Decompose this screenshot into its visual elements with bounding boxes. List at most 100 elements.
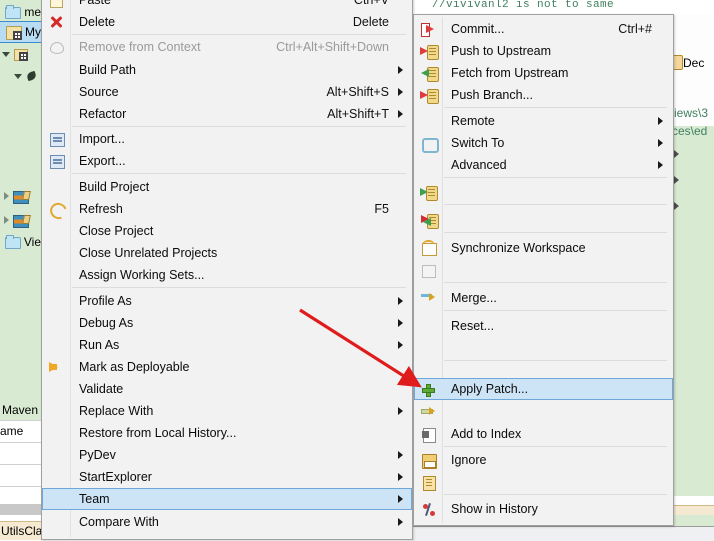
library-icon	[12, 212, 29, 228]
tree-item-leaf[interactable]	[0, 66, 41, 86]
tree-item-label: me	[24, 5, 41, 19]
git-repository-icon	[420, 452, 437, 469]
twisty-open-icon[interactable]	[12, 73, 24, 79]
menu-item-disconnect[interactable]: Show in History	[415, 498, 672, 520]
bottom-status-bar	[413, 526, 714, 541]
menu-item-remote[interactable]: Remote	[415, 110, 672, 132]
menu-item-import[interactable]: Import...	[43, 128, 411, 150]
menu-item-accel: Ctrl+V	[353, 0, 389, 7]
tree-item-vie-folder[interactable]: Vie	[0, 232, 41, 252]
pull-icon	[420, 184, 438, 201]
menu-item-reset[interactable]: Merge...	[415, 287, 672, 309]
menu-item-pull[interactable]	[415, 181, 672, 203]
menu-item-label: Push Branch...	[451, 88, 533, 102]
tree-item-me[interactable]: me	[0, 2, 41, 22]
menu-item-label: Add to Index	[451, 427, 522, 441]
menu-item-apply-patch[interactable]	[415, 337, 672, 359]
menu-item-refactor[interactable]: Refactor Alt+Shift+T	[43, 103, 411, 125]
push-branch-icon	[420, 87, 439, 104]
tree-item-package[interactable]	[0, 44, 41, 64]
menu-item-add-to-index[interactable]: Apply Patch...	[414, 378, 673, 400]
menu-item-profile-as[interactable]: Profile As	[43, 290, 411, 312]
deploy-icon	[48, 359, 65, 375]
menu-item-create-patch[interactable]: Reset...	[415, 315, 672, 337]
menu-item-advanced[interactable]: Advanced	[415, 154, 672, 176]
menu-item-synchronize-workspace[interactable]	[415, 209, 672, 231]
menu-item-merge-tool[interactable]: Synchronize Workspace	[415, 237, 672, 259]
menu-item-ignore[interactable]: Add to Index	[415, 423, 672, 445]
tree-item-my-project[interactable]: My	[0, 21, 41, 43]
menu-item-switch-to[interactable]: Switch To	[415, 132, 672, 154]
twisty-closed-icon[interactable]	[0, 216, 12, 224]
project-explorer-tree[interactable]: me My Vie	[0, 0, 42, 398]
menu-item-fetch-from-upstream[interactable]: Fetch from Upstream	[415, 62, 672, 84]
disconnect-icon	[420, 501, 437, 517]
submenu-arrow-icon	[398, 319, 403, 327]
right-pane-path-2: ces\ed	[672, 124, 708, 138]
menu-item-commit[interactable]: Commit... Ctrl+#	[415, 18, 672, 40]
menu-separator	[444, 232, 667, 233]
twisty-closed-icon[interactable]	[0, 192, 12, 200]
menu-separator	[444, 177, 667, 178]
submenu-arrow-icon	[398, 407, 403, 415]
menu-item-paste[interactable]: Paste Ctrl+V	[43, 0, 411, 11]
menu-item-accel: Alt+Shift+T	[327, 107, 389, 121]
menu-item-mark-as-deployable[interactable]: Mark as Deployable	[43, 356, 411, 378]
menu-item-replace-with[interactable]: Replace With	[43, 400, 411, 422]
remove-context-icon	[48, 39, 65, 55]
menu-item-team[interactable]: Team	[42, 488, 412, 510]
merge-tool-icon	[420, 240, 437, 256]
menu-item-validate[interactable]: Validate	[43, 378, 411, 400]
switch-to-icon	[420, 135, 439, 153]
menu-item-pydev[interactable]: PyDev	[43, 444, 411, 466]
menu-item-label: Fetch from Upstream	[451, 66, 569, 80]
menu-item-close-project[interactable]: Close Project	[43, 220, 411, 242]
submenu-arrow-icon	[398, 451, 403, 459]
menu-item-compare-with[interactable]: Compare With	[43, 511, 411, 533]
right-pane-twisty-2[interactable]	[674, 176, 679, 184]
menu-item-startexplorer[interactable]: StartExplorer	[43, 466, 411, 488]
menu-item-assign-working-sets[interactable]: Assign Working Sets...	[43, 264, 411, 286]
menu-item-label: Replace With	[79, 404, 154, 418]
right-pane-dec-label: Dec	[683, 56, 705, 70]
menu-item-build-path[interactable]: Build Path	[43, 59, 411, 81]
menu-item-label: Profile As	[79, 294, 132, 308]
folder-icon	[4, 234, 21, 250]
refresh-icon	[47, 200, 70, 222]
menu-item-accel: Alt+Shift+S	[326, 85, 389, 99]
menu-item-build-project[interactable]: Build Project	[43, 176, 411, 198]
menu-item-label: Restore from Local History...	[79, 426, 237, 440]
menu-item-export[interactable]: Export...	[43, 150, 411, 172]
menu-item-label: Refresh	[79, 202, 123, 216]
menu-separator	[72, 287, 406, 288]
menu-item-label: Compare With	[79, 515, 159, 529]
right-pane-twisty-3[interactable]	[674, 202, 679, 210]
right-pane-twisty-1[interactable]	[674, 150, 679, 158]
menu-item-debug-as[interactable]: Debug As	[43, 312, 411, 334]
tree-item-label: Vie	[23, 235, 41, 249]
reset-icon	[420, 290, 437, 306]
menu-item-label: Source	[79, 85, 119, 99]
twisty-open-icon[interactable]	[0, 51, 12, 57]
menu-item-accel: F5	[374, 202, 389, 216]
menu-item-push-to-upstream[interactable]: Push to Upstream	[415, 40, 672, 62]
submenu-arrow-icon	[658, 161, 663, 169]
menu-item-show-in-history[interactable]	[415, 471, 672, 493]
menu-separator	[444, 494, 667, 495]
menu-item-source[interactable]: Source Alt+Shift+S	[43, 81, 411, 103]
menu-item-restore-from-local-history[interactable]: Restore from Local History...	[43, 422, 411, 444]
tree-item-library-1[interactable]	[0, 186, 41, 206]
menu-item-close-unrelated-projects[interactable]: Close Unrelated Projects	[43, 242, 411, 264]
git-team-submenu[interactable]: Commit... Ctrl+# Push to Upstream Fetch …	[413, 14, 674, 526]
menu-item-push-branch[interactable]: Push Branch...	[415, 84, 672, 106]
menu-item-label: Show in History	[451, 502, 538, 516]
tree-item-library-2[interactable]	[0, 210, 41, 230]
menu-item-refresh[interactable]: Refresh F5	[43, 198, 411, 222]
menu-item-remove-from-index[interactable]	[415, 401, 672, 423]
project-context-menu[interactable]: Paste Ctrl+V Delete Delete Remove from C…	[41, 0, 413, 540]
submenu-arrow-icon	[398, 518, 403, 526]
ignore-icon	[420, 426, 437, 443]
menu-item-show-in-repositories-view[interactable]: Ignore	[415, 449, 672, 471]
menu-item-delete[interactable]: Delete Delete	[43, 11, 411, 33]
menu-item-run-as[interactable]: Run As	[43, 334, 411, 356]
